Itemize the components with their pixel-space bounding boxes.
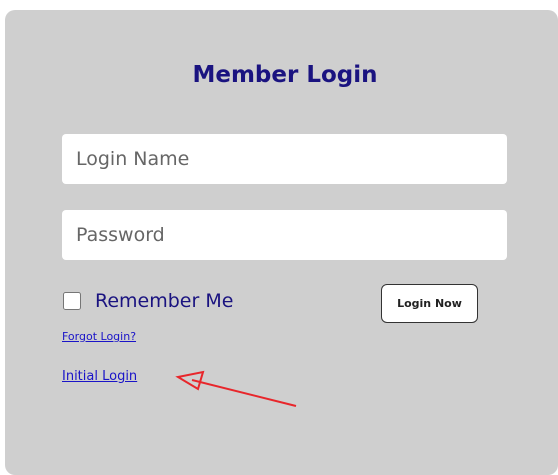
forgot-login-link[interactable]: Forgot Login? bbox=[62, 330, 136, 343]
remember-me-row[interactable]: Remember Me bbox=[63, 290, 233, 312]
password-input[interactable] bbox=[62, 210, 507, 260]
page-title: Member Login bbox=[192, 62, 378, 88]
annotation-arrow-icon bbox=[175, 370, 297, 407]
remember-me-label[interactable]: Remember Me bbox=[95, 290, 233, 312]
initial-login-link[interactable]: Initial Login bbox=[62, 369, 137, 384]
login-name-input[interactable] bbox=[62, 134, 507, 184]
login-now-button[interactable]: Login Now bbox=[381, 284, 478, 323]
remember-me-checkbox[interactable] bbox=[63, 292, 81, 310]
